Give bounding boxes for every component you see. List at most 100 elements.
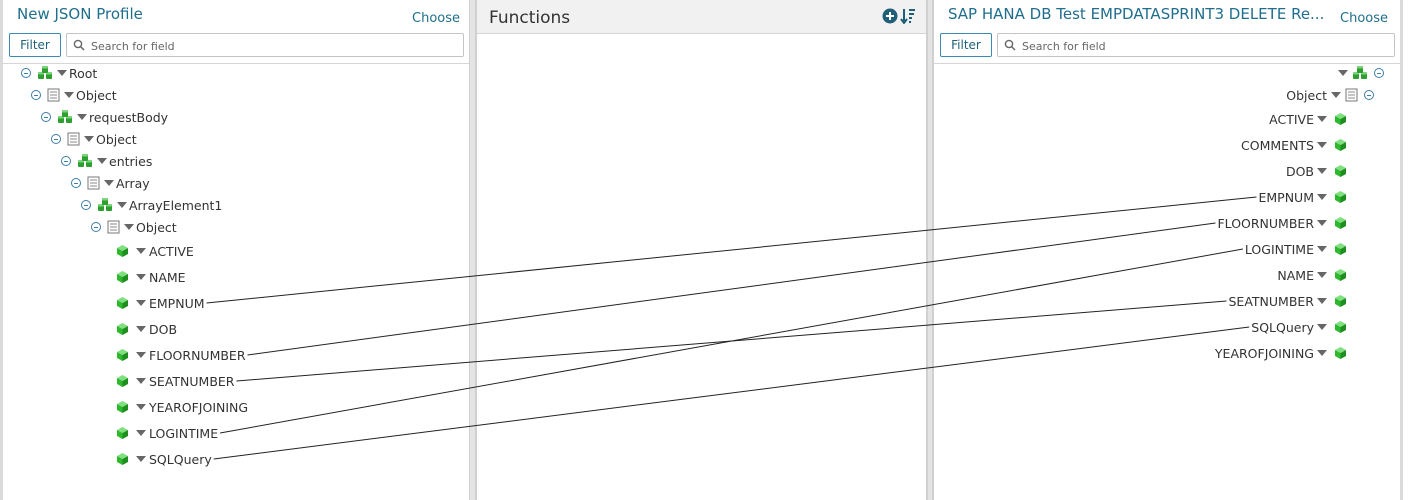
collapse-toggle-icon[interactable] [31, 90, 41, 100]
tree-node[interactable]: Root [21, 63, 97, 83]
caret-down-icon[interactable] [136, 430, 146, 436]
source-filter-button[interactable]: Filter [9, 33, 61, 57]
caret-down-icon[interactable] [136, 378, 146, 384]
tree-node[interactable]: ArrayElement1 [81, 195, 222, 215]
destination-search-box[interactable] [997, 33, 1395, 57]
caret-down-icon[interactable] [57, 70, 67, 76]
field-label: DOB [1285, 163, 1314, 179]
caret-down-icon[interactable] [1317, 324, 1327, 330]
field-cube-icon [117, 271, 128, 283]
source-field-item[interactable]: FLOORNUMBER [117, 345, 246, 365]
caret-down-icon[interactable] [64, 92, 74, 98]
field-label: SEATNUMBER [1228, 293, 1315, 309]
collapse-toggle-icon[interactable] [21, 68, 31, 78]
destination-choose-link[interactable]: Choose [1340, 11, 1388, 26]
field-cube-icon [1335, 347, 1346, 359]
collapse-toggle-icon[interactable] [61, 156, 71, 166]
caret-down-icon[interactable] [1317, 350, 1327, 356]
field-cube-icon [1335, 295, 1346, 307]
destination-field-item[interactable]: NAME [1277, 265, 1346, 285]
tree-node[interactable] [1338, 63, 1384, 83]
caret-down-icon[interactable] [1317, 142, 1327, 148]
destination-field-item[interactable]: DOB [1286, 161, 1346, 181]
tree-node[interactable]: entries [61, 151, 152, 171]
source-search-input[interactable] [89, 36, 453, 56]
destination-field-item[interactable]: SQLQuery [1251, 317, 1346, 337]
source-field-item[interactable]: SEATNUMBER [117, 371, 235, 391]
tree-node[interactable]: requestBody [41, 107, 168, 127]
caret-down-icon[interactable] [124, 224, 134, 230]
caret-down-icon[interactable] [136, 326, 146, 332]
tree-node[interactable]: Object [1286, 85, 1374, 105]
field-label: SEATNUMBER [149, 373, 235, 389]
caret-down-icon[interactable] [1317, 220, 1327, 226]
caret-down-icon[interactable] [1317, 116, 1327, 122]
cubes-icon [1353, 66, 1367, 79]
caret-down-icon[interactable] [117, 202, 127, 208]
field-cube-icon [117, 245, 128, 257]
source-field-item[interactable]: DOB [117, 319, 177, 339]
destination-panel-header: SAP HANA DB Test EMPDATASPRINT3 DELETE R… [934, 0, 1400, 30]
source-choose-link[interactable]: Choose [412, 11, 460, 26]
field-label: EMPNUM [1258, 189, 1314, 205]
destination-profile-panel: SAP HANA DB Test EMPDATASPRINT3 DELETE R… [932, 0, 1403, 500]
tree-node[interactable]: Array [71, 173, 150, 193]
destination-field-item[interactable]: YEAROFJOINING [1215, 343, 1346, 363]
source-field-item[interactable]: ACTIVE [117, 241, 194, 261]
caret-down-icon[interactable] [104, 180, 114, 186]
caret-down-icon[interactable] [84, 136, 94, 142]
caret-down-icon[interactable] [1317, 298, 1327, 304]
destination-field-item[interactable]: SEATNUMBER [1228, 291, 1346, 311]
collapse-toggle-icon[interactable] [51, 134, 61, 144]
caret-down-icon[interactable] [1331, 92, 1341, 98]
source-field-item[interactable]: LOGINTIME [117, 423, 218, 443]
source-field-item[interactable]: EMPNUM [117, 293, 205, 313]
caret-down-icon[interactable] [136, 352, 146, 358]
collapse-toggle-icon[interactable] [81, 200, 91, 210]
collapse-toggle-icon[interactable] [1364, 90, 1374, 100]
collapse-toggle-icon[interactable] [41, 112, 51, 122]
source-field-item[interactable]: SQLQuery [117, 449, 212, 469]
tree-node[interactable]: Object [31, 85, 117, 105]
caret-down-icon[interactable] [1317, 194, 1327, 200]
add-circle-icon[interactable] [882, 8, 898, 24]
tree-node-label: Array [116, 175, 150, 191]
caret-down-icon[interactable] [136, 300, 146, 306]
caret-down-icon[interactable] [136, 404, 146, 410]
source-field-item[interactable]: NAME [117, 267, 186, 287]
field-cube-icon [117, 401, 128, 413]
search-icon [73, 39, 85, 51]
field-cube-icon [117, 427, 128, 439]
caret-down-icon[interactable] [1338, 70, 1348, 76]
source-field-item[interactable]: YEAROFJOINING [117, 397, 248, 417]
destination-filter-button[interactable]: Filter [940, 33, 992, 57]
collapse-toggle-icon[interactable] [1374, 68, 1384, 78]
destination-field-item[interactable]: FLOORNUMBER [1217, 213, 1346, 233]
caret-down-icon[interactable] [136, 248, 146, 254]
source-search-box[interactable] [66, 33, 464, 57]
caret-down-icon[interactable] [1317, 246, 1327, 252]
caret-down-icon[interactable] [1317, 168, 1327, 174]
destination-field-item[interactable]: LOGINTIME [1245, 239, 1346, 259]
sort-icon[interactable] [900, 8, 916, 24]
tree-node[interactable]: Object [91, 217, 177, 237]
tree-node[interactable]: Object [51, 129, 137, 149]
source-panel-header: New JSON Profile Choose [3, 0, 469, 30]
field-label: SQLQuery [149, 451, 212, 467]
destination-search-input[interactable] [1020, 36, 1384, 56]
destination-field-item[interactable]: ACTIVE [1269, 109, 1346, 129]
document-icon [67, 132, 80, 146]
collapse-toggle-icon[interactable] [71, 178, 81, 188]
caret-down-icon[interactable] [97, 158, 107, 164]
caret-down-icon[interactable] [136, 456, 146, 462]
functions-header: Functions [477, 0, 926, 34]
caret-down-icon[interactable] [77, 114, 87, 120]
destination-field-item[interactable]: COMMENTS [1241, 135, 1346, 155]
field-label: ACTIVE [1269, 111, 1314, 127]
functions-title: Functions [489, 8, 571, 28]
collapse-toggle-icon[interactable] [91, 222, 101, 232]
field-cube-icon [117, 323, 128, 335]
caret-down-icon[interactable] [136, 274, 146, 280]
destination-field-item[interactable]: EMPNUM [1258, 187, 1346, 207]
caret-down-icon[interactable] [1317, 272, 1327, 278]
